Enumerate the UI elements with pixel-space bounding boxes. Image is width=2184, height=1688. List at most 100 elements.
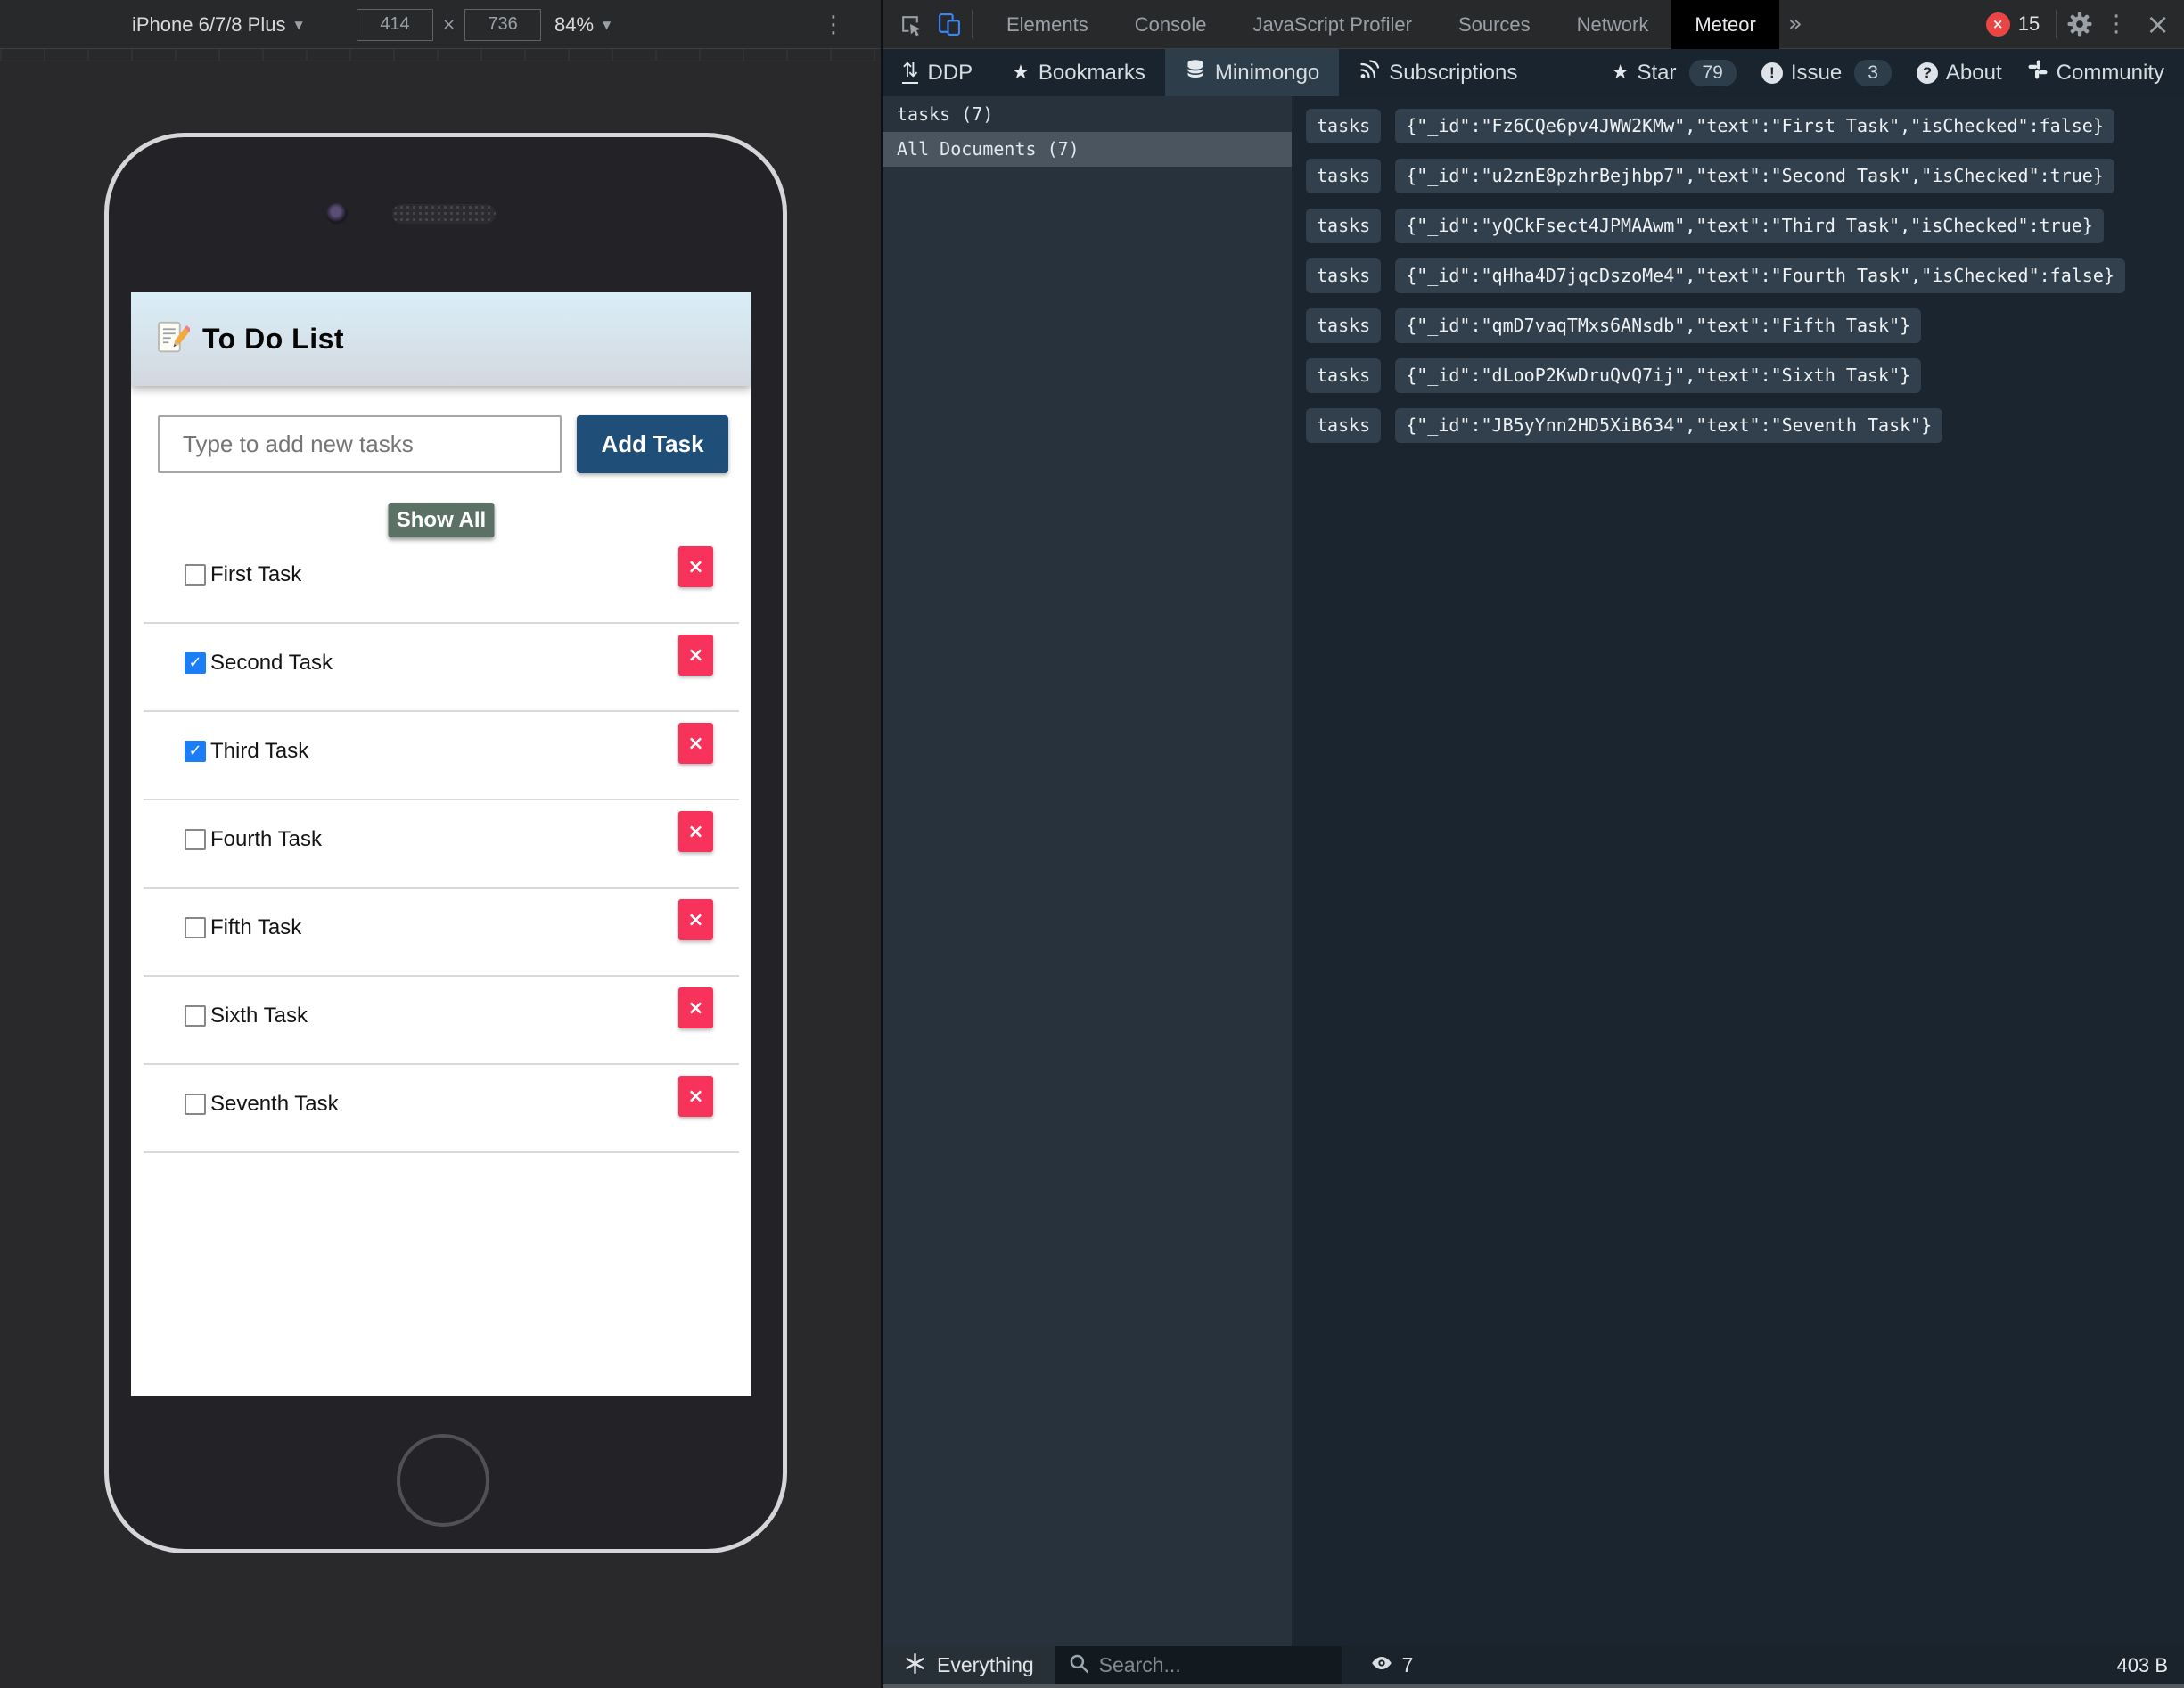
task-row: ✓ First Task × — [144, 536, 739, 624]
document-row: tasks {"_id":"Fz6CQe6pv4JWW2KMw","text":… — [1306, 109, 2184, 143]
task-label: First Task — [210, 562, 301, 587]
document-row: tasks {"_id":"u2znE8pzhrBejhbp7","text":… — [1306, 159, 2184, 193]
new-task-input[interactable] — [158, 415, 562, 473]
add-task-button[interactable]: Add Task — [577, 415, 728, 473]
device-toolbar-toggle-icon[interactable] — [937, 12, 961, 37]
database-icon — [1185, 59, 1206, 86]
issue-button[interactable]: ! Issue — [1761, 61, 1842, 86]
document-row: tasks {"_id":"qHha4D7jqcDszoMe4","text":… — [1306, 258, 2184, 293]
checkmark-icon: ✓ — [188, 655, 201, 671]
phone-home-button — [397, 1434, 489, 1527]
delete-task-button[interactable]: × — [678, 546, 713, 587]
task-checkbox[interactable]: ✓ — [185, 1094, 206, 1115]
tab-meteor[interactable]: Meteor — [1671, 0, 1778, 49]
tab-network[interactable]: Network — [1554, 0, 1672, 49]
sidebar-item-all-documents[interactable]: All Documents (7) — [883, 132, 1292, 167]
phone-camera — [326, 203, 348, 225]
x-icon: × — [687, 821, 703, 843]
tab-elements[interactable]: Elements — [983, 0, 1112, 49]
document-json[interactable]: {"_id":"Fz6CQe6pv4JWW2KMw","text":"First… — [1395, 109, 2114, 143]
document-json[interactable]: {"_id":"qmD7vaqTMxs6ANsdb","text":"Fifth… — [1395, 308, 1921, 343]
sidebar-item-tasks[interactable]: tasks (7) — [883, 97, 1292, 132]
collection-badge[interactable]: tasks — [1306, 109, 1381, 143]
show-all-button[interactable]: Show All — [389, 503, 495, 537]
inspect-element-icon[interactable] — [899, 12, 923, 37]
tab-console[interactable]: Console — [1112, 0, 1230, 49]
document-json[interactable]: {"_id":"u2znE8pzhrBejhbp7","text":"Secon… — [1395, 159, 2114, 193]
chevron-down-icon: ▼ — [294, 19, 302, 31]
task-checkbox[interactable]: ✓ — [185, 652, 206, 674]
slack-icon — [2027, 59, 2049, 86]
emulation-viewport: To Do List Add Task Show All ✓ First Tas… — [0, 49, 881, 1688]
collection-badge[interactable]: tasks — [1306, 358, 1381, 393]
tab-sources[interactable]: Sources — [1435, 0, 1554, 49]
collection-badge[interactable]: tasks — [1306, 308, 1381, 343]
eye-icon — [1370, 1651, 1393, 1679]
ruler — [0, 49, 881, 61]
task-row: ✓ Third Task × — [144, 712, 739, 800]
tab-ddp[interactable]: ⇅ DDP — [883, 49, 992, 96]
settings-gear-icon[interactable] — [2067, 12, 2092, 37]
action-label: Community — [2057, 61, 2164, 86]
viewport-width-input[interactable] — [357, 9, 433, 41]
document-json[interactable]: {"_id":"qHha4D7jqcDszoMe4","text":"Fourt… — [1395, 258, 2125, 293]
tab-javascript-profiler[interactable]: JavaScript Profiler — [1229, 0, 1435, 49]
task-checkbox[interactable]: ✓ — [185, 829, 206, 850]
delete-task-button[interactable]: × — [678, 723, 713, 764]
window-edge — [883, 1684, 2184, 1688]
about-button[interactable]: ? About — [1917, 61, 2002, 86]
collection-badge[interactable]: tasks — [1306, 209, 1381, 243]
document-json[interactable]: {"_id":"JB5yYnn2HD5XiB634","text":"Seven… — [1395, 408, 1942, 443]
task-checkbox[interactable]: ✓ — [185, 1005, 206, 1027]
question-icon: ? — [1917, 62, 1938, 84]
collection-badge[interactable]: tasks — [1306, 258, 1381, 293]
task-checkbox[interactable]: ✓ — [185, 564, 206, 586]
device-type-select[interactable]: iPhone 6/7/8 Plus ▼ — [132, 0, 303, 49]
device-toolbar-menu-icon[interactable]: ⋮ — [822, 0, 845, 49]
more-tabs-icon[interactable]: » — [1779, 11, 1811, 37]
zoom-level-label: 84% — [554, 13, 594, 37]
collection-badge[interactable]: tasks — [1306, 159, 1381, 193]
document-json[interactable]: {"_id":"yQCkFsect4JPMAAwm","text":"Third… — [1395, 209, 2104, 243]
search-box — [1055, 1646, 1342, 1684]
community-button[interactable]: Community — [2027, 59, 2164, 86]
issue-count-badge: 3 — [1854, 60, 1892, 86]
task-row: ✓ Second Task × — [144, 624, 739, 712]
search-input[interactable] — [1099, 1653, 1295, 1677]
document-json[interactable]: {"_id":"dLooP2KwDruQvQ7ij","text":"Sixth… — [1395, 358, 1921, 393]
task-checkbox[interactable]: ✓ — [185, 741, 206, 762]
collections-sidebar: tasks (7) All Documents (7) — [883, 96, 1292, 1646]
scope-filter-button[interactable]: Everything — [883, 1646, 1055, 1684]
task-label: Fourth Task — [210, 827, 322, 852]
close-icon[interactable]: × — [2140, 7, 2184, 41]
delete-task-button[interactable]: × — [678, 635, 713, 676]
meteor-extension-toolbar: ⇅ DDP ★ Bookmarks Minimongo — [883, 49, 2184, 96]
x-icon: × — [687, 1086, 703, 1108]
viewport-height-input[interactable] — [464, 9, 541, 41]
x-icon: × — [687, 997, 703, 1020]
star-repo-button[interactable]: ★ Star — [1612, 61, 1677, 86]
delete-task-button[interactable]: × — [678, 1076, 713, 1117]
delete-task-button[interactable]: × — [678, 811, 713, 852]
collection-badge[interactable]: tasks — [1306, 408, 1381, 443]
star-count-badge: 79 — [1689, 60, 1737, 86]
document-row: tasks {"_id":"yQCkFsect4JPMAAwm","text":… — [1306, 209, 2184, 243]
delete-task-button[interactable]: × — [678, 899, 713, 940]
delete-task-button[interactable]: × — [678, 987, 713, 1028]
tab-label: Bookmarks — [1039, 61, 1145, 86]
visible-docs-counter[interactable]: 7 — [1370, 1651, 1414, 1679]
device-emulation-pane: iPhone 6/7/8 Plus ▼ × 84% ▼ ⋮ — [0, 0, 881, 1688]
app-screen: To Do List Add Task Show All ✓ First Tas… — [131, 292, 751, 1396]
tab-label: Subscriptions — [1389, 61, 1517, 86]
devtools-menu-icon[interactable]: ⋮ — [2092, 0, 2140, 49]
zoom-select[interactable]: 84% ▼ — [554, 0, 611, 49]
devtools-pane: Elements Console JavaScript Profiler Sou… — [881, 0, 2184, 1688]
error-count-badge[interactable]: × 15 — [1986, 12, 2040, 37]
tab-minimongo[interactable]: Minimongo — [1165, 49, 1339, 96]
task-checkbox[interactable]: ✓ — [185, 917, 206, 938]
tab-subscriptions[interactable]: Subscriptions — [1339, 49, 1537, 96]
exclamation-icon: ! — [1761, 62, 1783, 84]
minimongo-panel: tasks (7) All Documents (7) tasks {"_id"… — [883, 96, 2184, 1646]
tab-bookmarks[interactable]: ★ Bookmarks — [992, 49, 1165, 96]
task-label: Second Task — [210, 651, 333, 676]
